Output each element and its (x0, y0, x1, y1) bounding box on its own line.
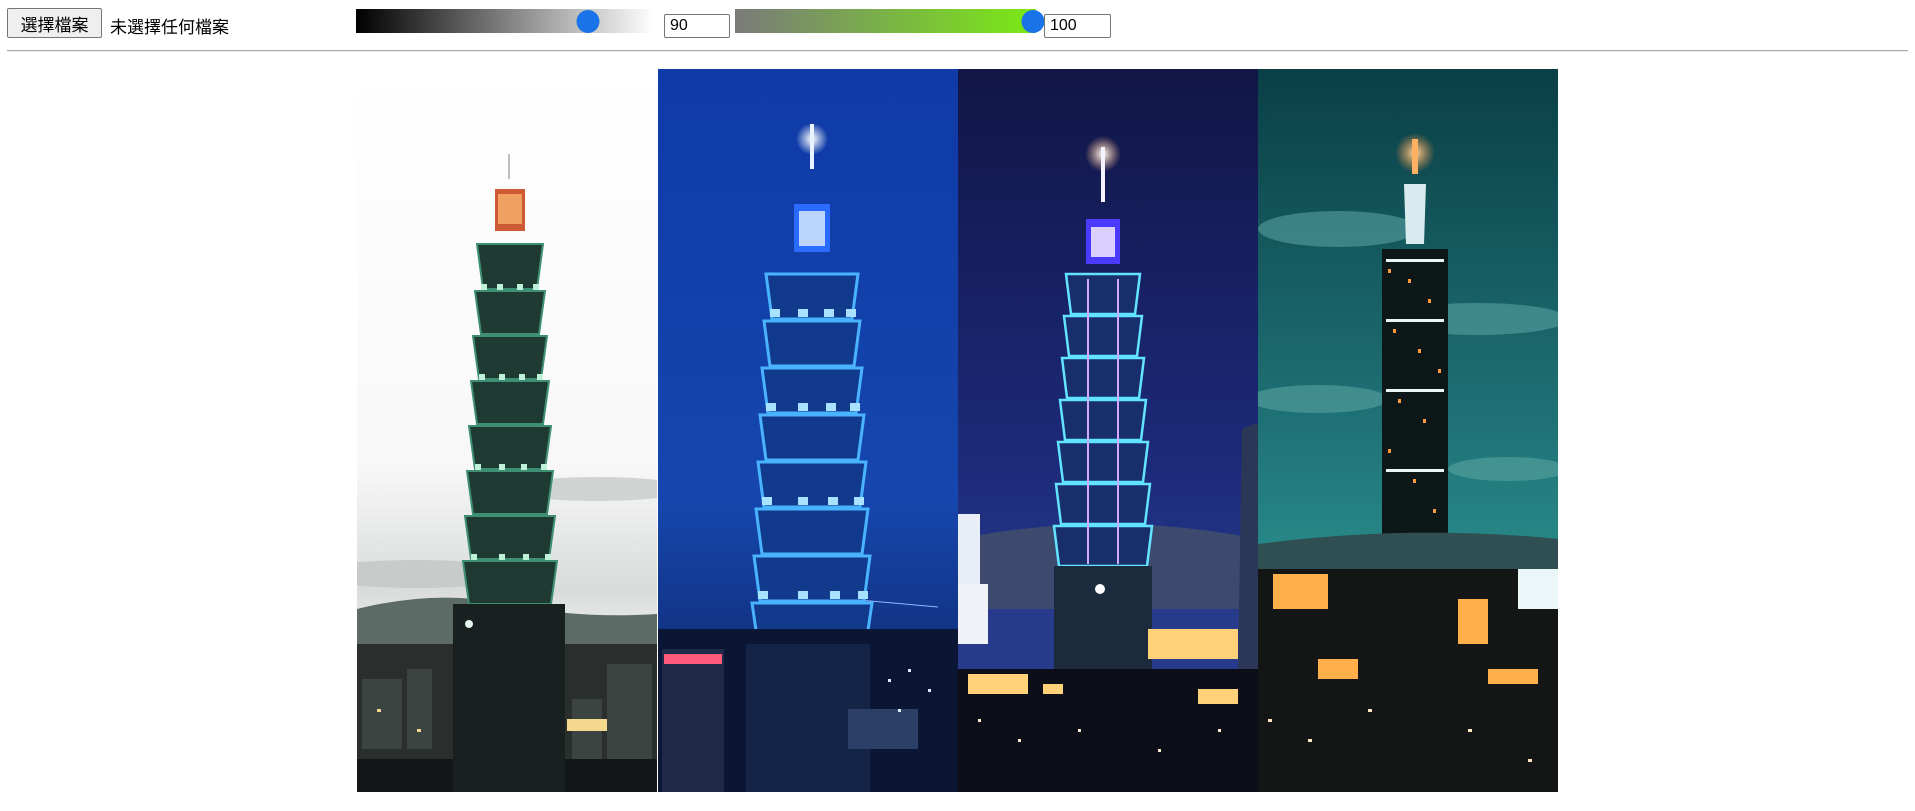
photo-strip (357, 69, 1558, 792)
brightness-slider[interactable] (356, 9, 654, 33)
photo-taipei101-day-image (357, 69, 657, 792)
photo-taipei101-blue-night (658, 69, 958, 792)
saturation-slider[interactable] (735, 9, 1045, 33)
photo-taipei101-purple-night (958, 69, 1258, 792)
brightness-slider-track[interactable] (356, 9, 654, 33)
brightness-value-input[interactable] (664, 14, 730, 38)
file-status-text: 未選擇任何檔案 (110, 18, 229, 38)
saturation-value-input[interactable] (1044, 14, 1111, 38)
saturation-slider-track[interactable] (735, 9, 1036, 33)
photo-taipei101-blue-night-image (658, 69, 958, 792)
photo-taipei101-day (357, 69, 657, 792)
saturation-slider-thumb[interactable] (1021, 10, 1045, 33)
photo-taipei101-teal-image (1258, 69, 1558, 792)
photo-taipei101-teal (1258, 69, 1558, 792)
photo-taipei101-purple-night-image (958, 69, 1258, 792)
brightness-slider-thumb[interactable] (576, 10, 600, 33)
horizontal-divider (7, 50, 1908, 52)
choose-file-button[interactable]: 選擇檔案 (7, 8, 102, 38)
